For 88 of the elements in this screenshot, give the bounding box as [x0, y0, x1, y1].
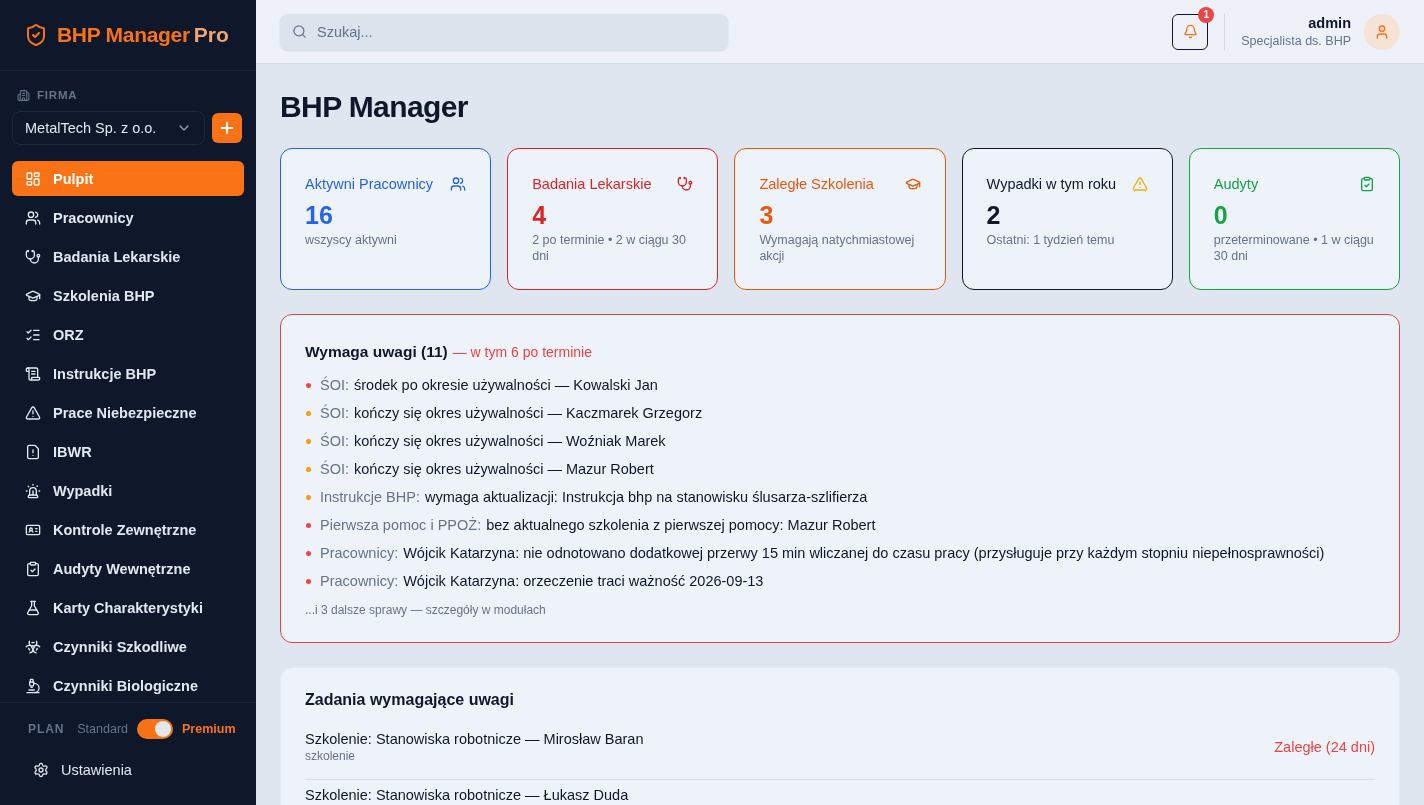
item-text: bez aktualnego szkolenia z pierwszej pomocy: Mazur Robert: [486, 517, 876, 533]
card-value: 2: [986, 200, 1001, 230]
task-type: szkolenie: [305, 748, 356, 764]
item-text: kończy się okres używalności — Woźniak Marek: [354, 433, 666, 449]
nav-item[interactable]: Szkolenia BHP: [12, 278, 244, 313]
building-icon: [17, 88, 30, 102]
item-text: środek po okresie używalności — Kowalski Jan: [354, 377, 658, 393]
nav-item[interactable]: ORZ: [12, 317, 244, 352]
card-value: 0: [1213, 200, 1228, 230]
warning-icon: [25, 404, 41, 421]
siren-icon: [25, 482, 41, 499]
card-title: Wypadki w tym roku: [986, 176, 1117, 192]
item-text: wymaga aktualizacji: Instrukcja bhp na stanowisku ślusarza-szlifierza: [424, 489, 868, 505]
company-label: FIRMA: [37, 88, 78, 102]
card-title: Badania Lekarskie: [532, 176, 652, 192]
task-status: Zaległe (24 dni): [1274, 739, 1375, 755]
shield-check-icon: [24, 23, 48, 47]
people-icon: [450, 176, 467, 192]
more-note: ...i 3 dalsze sprawy — szczegóły w modułach: [305, 602, 547, 618]
card-title: Zaległe Szkolenia: [759, 176, 874, 192]
settings-icon: [33, 762, 49, 778]
item-text: Wójcik Katarzyna: orzeczenie traci ważność 2026-09-13: [403, 573, 764, 589]
biohazard-icon: [25, 638, 41, 655]
nav-item[interactable]: Prace Niebezpieczne: [12, 395, 244, 430]
nav-item[interactable]: Badania Lekarskie: [12, 239, 244, 274]
user-name: admin: [1308, 13, 1351, 33]
plan-option: Standard: [77, 722, 128, 736]
item-category: ŚOI:: [320, 405, 349, 421]
file-alert-icon: [25, 443, 41, 460]
card-title: Aktywni Pracownicy: [305, 176, 434, 192]
item-category: ŚOI:: [320, 433, 349, 449]
flask-icon: [25, 599, 41, 616]
clipboard-check-icon: [25, 560, 41, 577]
app-logo-text: BHP Manager Pro: [57, 23, 229, 47]
search-icon: [292, 23, 307, 39]
user-role: Specjalista ds. BHP: [1241, 32, 1351, 50]
task-title[interactable]: Szkolenie: Stanowiska robotnicze — Łukasz Duda: [305, 786, 629, 804]
stethoscope-icon: [25, 248, 41, 265]
item-category: Instrukcje BHP:: [320, 489, 420, 505]
panel-title: Zadania wymagające uwagi: [305, 691, 515, 709]
clipboard-check-icon: [1359, 176, 1375, 192]
nav-item[interactable]: Czynniki Biologiczne: [12, 668, 244, 702]
card-note: Wymagają natychmiastowej akcji: [759, 232, 916, 264]
settings-item[interactable]: Ustawienia: [20, 752, 236, 788]
warning-icon: [1131, 176, 1148, 192]
card-value: 4: [532, 200, 547, 230]
card-value: 16: [305, 200, 333, 230]
item-text: kończy się okres używalności — Kaczmarek Grzegorz: [354, 405, 703, 421]
nav-item[interactable]: Karty Charakterystyki: [12, 590, 244, 625]
scroll-icon: [25, 365, 41, 382]
plan-option: Premium: [182, 722, 236, 736]
item-text: kończy się okres używalności — Mazur Robert: [354, 461, 654, 477]
item-text: Wójcik Katarzyna: nie odnotowano dodatkowej przerwy 15 min wliczanej do czasu pracy (przysługuje przy każdym stopniu niepełnosprawności): [403, 545, 1325, 561]
nav-item[interactable]: Kontrole Zewnętrzne: [12, 512, 244, 547]
panel-title: Wymaga uwagi (11): [305, 342, 448, 362]
nav-item[interactable]: Instrukcje BHP: [12, 356, 244, 391]
bell-icon: [1182, 24, 1198, 39]
notification-badge: 1: [1198, 6, 1215, 23]
nav-item[interactable]: IBWR: [12, 434, 244, 469]
card-title: Audyty: [1213, 176, 1259, 192]
search-field[interactable]: Szukaj...: [280, 13, 728, 50]
microscope-icon: [25, 677, 41, 694]
task-title[interactable]: Szkolenie: Stanowiska robotnicze — Mirosław Baran: [305, 730, 644, 748]
item-category: ŚOI:: [320, 377, 349, 393]
item-category: Pierwsza pomoc i PPOŻ:: [320, 517, 482, 533]
plan-label: PLAN: [28, 722, 65, 736]
card-note: przeterminowane • 1 w ciągu 30 dni: [1213, 232, 1375, 264]
panel-subtitle: — w tym 6 po terminie: [452, 343, 592, 362]
item-category: Pracownicy:: [320, 573, 399, 589]
nav-item[interactable]: Audyty Wewnętrzne: [12, 551, 244, 586]
plan-toggle[interactable]: [137, 719, 173, 739]
company-select[interactable]: MetalTech Sp. z o.o.: [12, 111, 205, 145]
card-note: wszyscy aktywni: [305, 232, 398, 248]
dashboard-icon: [25, 170, 41, 187]
item-category: ŚOI:: [320, 461, 349, 477]
stethoscope-icon: [677, 176, 694, 192]
graduation-cap-icon: [904, 176, 921, 192]
plus-icon: [218, 119, 236, 137]
nav-item[interactable]: Czynniki Szkodliwe: [12, 629, 244, 664]
nav-item[interactable]: Pracownicy: [12, 200, 244, 235]
add-company-button[interactable]: [212, 113, 242, 143]
item-category: Pracownicy:: [320, 545, 399, 561]
page-title: BHP Manager: [280, 89, 469, 125]
card-note: Ostatni: 1 tydzień temu: [986, 232, 1116, 248]
people-icon: [25, 209, 41, 226]
card-value: 3: [759, 200, 774, 230]
nav-item[interactable]: Wypadki: [12, 473, 244, 508]
card-note: 2 po terminie • 2 w ciągu 30 dni: [532, 232, 687, 264]
